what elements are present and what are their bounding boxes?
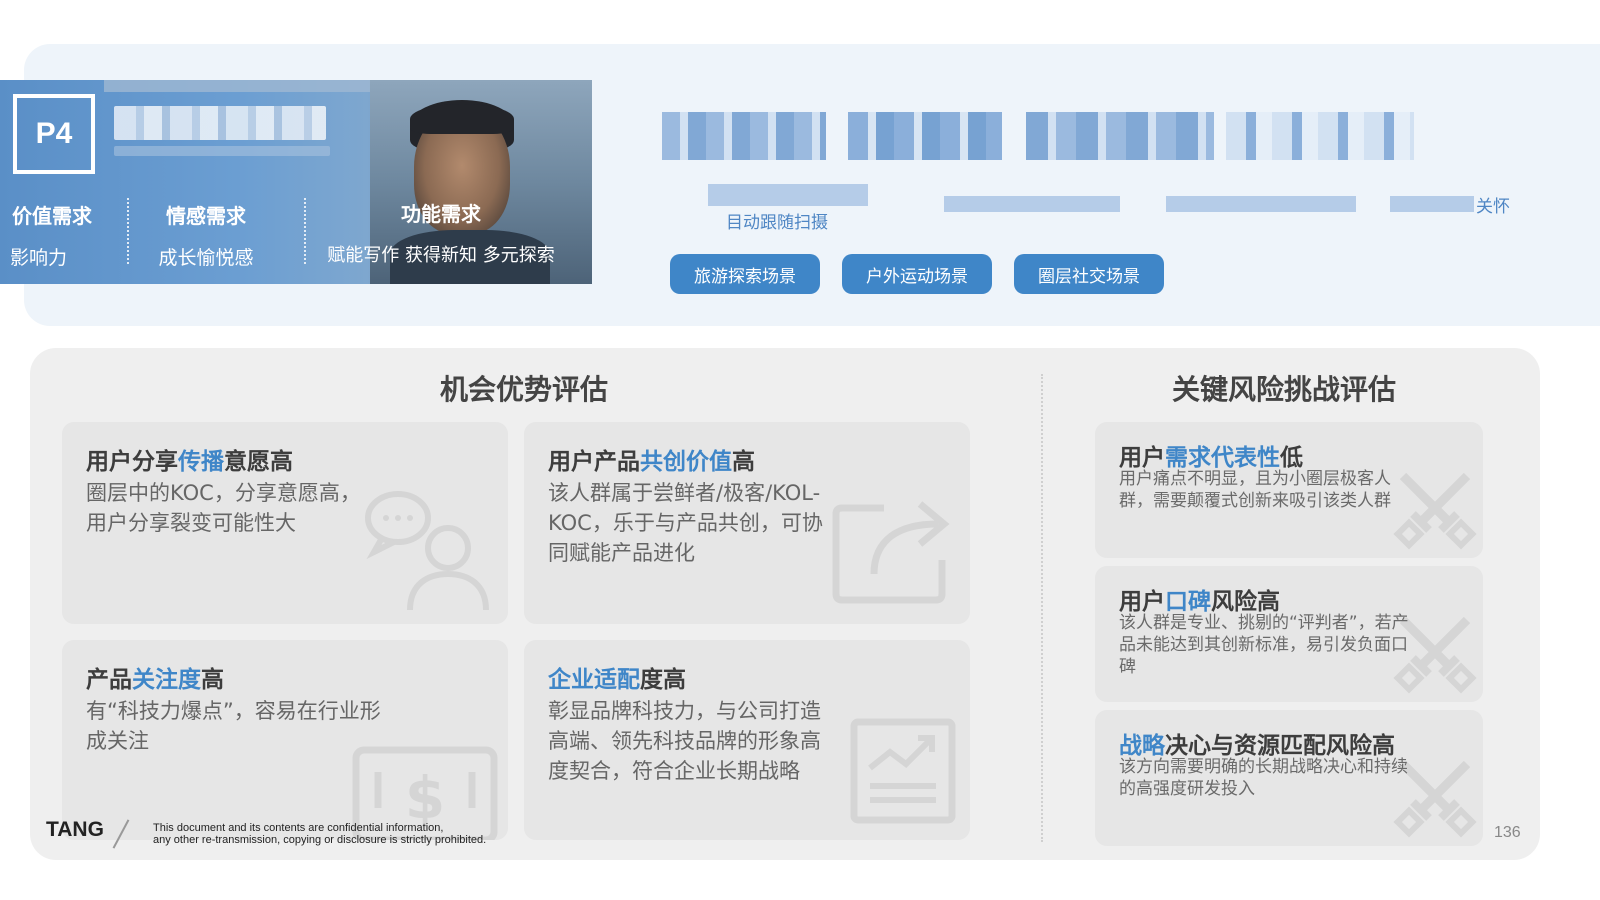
confidential-note: This document and its contents are confi… bbox=[153, 822, 487, 846]
need-value: 价值需求 影响力 bbox=[0, 200, 104, 270]
need-function-desc: 赋能写作 获得新知 多元探索 bbox=[327, 245, 555, 266]
card-body: 该人群属于尝鲜者/极客/KOL-KOC，乐于与产品共创，可协同赋能产品进化 bbox=[548, 481, 823, 565]
risk-card: 战略决心与资源匹配风险高 该方向需要明确的长期战略决心和持续的高强度研发投入 bbox=[1095, 710, 1483, 846]
card-heading: 用户分享传播意愿高 bbox=[86, 449, 293, 475]
feature-caption-4: 关怀 bbox=[1476, 197, 1510, 217]
persona-card: P4 价值需求 影响力 情感需求 成长愉悦感 功能需求 赋能写作 获得新知 多元… bbox=[0, 80, 592, 284]
section-divider bbox=[1041, 374, 1043, 842]
card-body: 有“科技力爆点”，容易在行业形成关注 bbox=[86, 699, 381, 753]
blurred-feature-1 bbox=[662, 112, 826, 160]
blurred-feature-3 bbox=[1026, 112, 1214, 160]
brand-logo: TANG bbox=[46, 818, 104, 841]
card-heading: 用户产品共创价值高 bbox=[548, 449, 755, 475]
opportunity-card: 用户分享传播意愿高 圈层中的KOC，分享意愿高，用户分享裂变可能性大 bbox=[62, 422, 508, 624]
card-heading: 企业适配度高 bbox=[548, 667, 686, 693]
card-body: 彰显品牌科技力，与公司打造高端、领先科技品牌的形象高度契合，符合企业长期战略 bbox=[548, 699, 821, 783]
page-number: 136 bbox=[1494, 824, 1521, 841]
blurred-sub-4 bbox=[1390, 196, 1474, 212]
card-body: 该方向需要明确的长期战略决心和持续的高强度研发投入 bbox=[1119, 757, 1408, 799]
need-divider bbox=[304, 198, 306, 264]
chat-user-icon bbox=[365, 491, 489, 611]
scene-outdoor-button[interactable]: 户外运动场景 bbox=[842, 254, 992, 294]
blurred-feature-4 bbox=[1226, 112, 1414, 160]
chart-icon bbox=[850, 718, 956, 824]
share-icon bbox=[832, 501, 950, 604]
card-heading: 产品关注度高 bbox=[86, 667, 224, 693]
need-emotion-desc: 成长愉悦感 bbox=[158, 247, 254, 269]
feature-caption-1: 目动跟随扫摄 bbox=[726, 213, 828, 233]
risk-card: 用户口碑风险高 该人群是专业、挑剔的“评判者”，若产品未能达到其创新标准，易引发… bbox=[1095, 566, 1483, 702]
card-heading: 战略决心与资源匹配风险高 bbox=[1119, 733, 1395, 759]
opportunity-card: 用户产品共创价值高 该人群属于尝鲜者/极客/KOL-KOC，乐于与产品共创，可协… bbox=[524, 422, 970, 624]
card-heading: 用户口碑风险高 bbox=[1119, 589, 1280, 615]
card-body: 圈层中的KOC，分享意愿高，用户分享裂变可能性大 bbox=[86, 481, 361, 535]
need-emotion-title: 情感需求 bbox=[166, 204, 246, 228]
need-value-desc: 影响力 bbox=[10, 247, 68, 269]
blurred-sub-2 bbox=[944, 196, 1120, 212]
need-function: 功能需求 赋能写作 获得新知 多元探索 bbox=[310, 198, 572, 267]
need-value-title: 价值需求 bbox=[12, 204, 92, 228]
risk-title: 关键风险挑战评估 bbox=[1172, 373, 1397, 406]
opportunity-card: 企业适配度高 彰显品牌科技力，与公司打造高端、领先科技品牌的形象高度契合，符合企… bbox=[524, 640, 970, 840]
need-divider bbox=[127, 198, 129, 264]
blurred-feature-2 bbox=[848, 112, 1002, 160]
card-heading: 用户需求代表性低 bbox=[1119, 445, 1303, 471]
opportunity-card: $ 产品关注度高 有“科技力爆点”，容易在行业形成关注 bbox=[62, 640, 508, 840]
persona-badge: P4 bbox=[13, 94, 95, 174]
need-function-title: 功能需求 bbox=[401, 202, 481, 226]
blurred-sub-3 bbox=[1166, 196, 1356, 212]
blurred-sub-1 bbox=[708, 184, 868, 206]
blurred-persona-name bbox=[114, 106, 326, 140]
risk-card: 用户需求代表性低 用户痛点不明显，且为小圈层极客人群，需要颠覆式创新来吸引该类人… bbox=[1095, 422, 1483, 558]
need-emotion: 情感需求 成长愉悦感 bbox=[136, 200, 276, 270]
scene-travel-button[interactable]: 旅游探索场景 bbox=[670, 254, 820, 294]
card-body: 该人群是专业、挑剔的“评判者”，若产品未能达到其创新标准，易引发负面口碑 bbox=[1119, 613, 1409, 677]
scene-social-button[interactable]: 圈层社交场景 bbox=[1014, 254, 1164, 294]
opportunity-title: 机会优势评估 bbox=[440, 373, 609, 406]
card-body: 用户痛点不明显，且为小圈层极客人群，需要颠覆式创新来吸引该类人群 bbox=[1119, 469, 1391, 511]
